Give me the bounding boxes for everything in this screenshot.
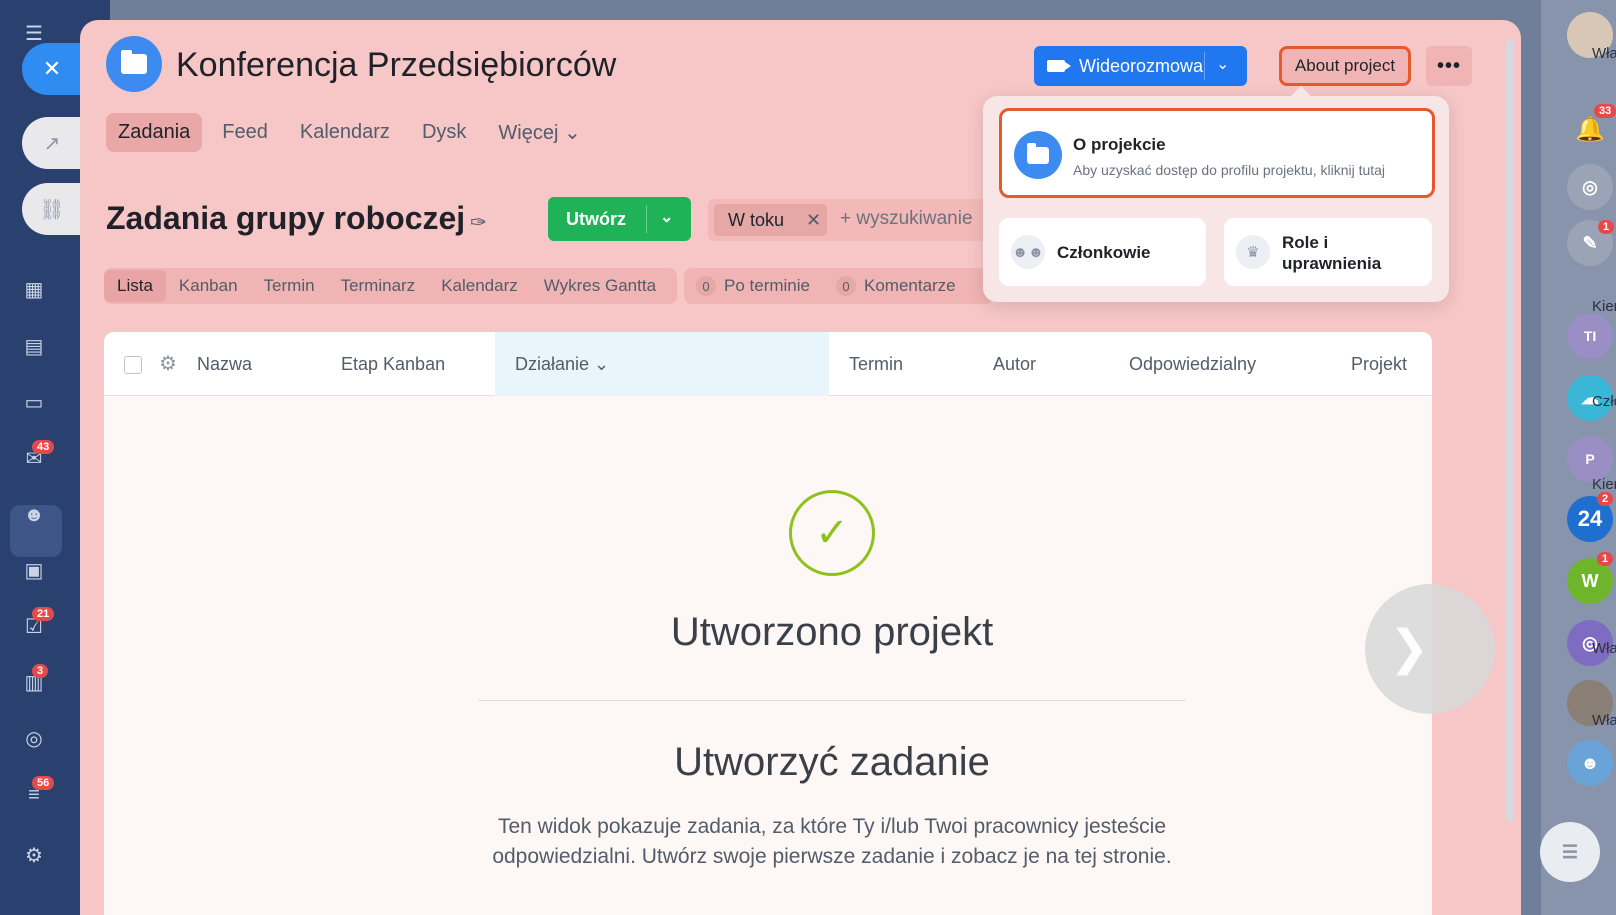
drive-icon[interactable]: ▭ bbox=[20, 389, 48, 417]
contacts-badge: 3 bbox=[32, 664, 49, 678]
about-project-button[interactable]: About project bbox=[1279, 46, 1411, 86]
chevron-down-icon[interactable]: ⌄ bbox=[1216, 54, 1229, 74]
gear-icon[interactable]: ⚙ bbox=[159, 351, 177, 376]
create-task-button[interactable]: Utwórz ⌄ bbox=[548, 197, 691, 241]
chevron-right-icon: ❯ bbox=[1389, 622, 1430, 675]
roles-label: Role i uprawnienia bbox=[1282, 233, 1382, 273]
about-project-card[interactable]: O projekcie Aby uzyskać dostęp do profil… bbox=[999, 108, 1435, 198]
users-icon: ☻☻ bbox=[1011, 235, 1045, 269]
column-projekt[interactable]: Projekt bbox=[1351, 354, 1407, 375]
table-header: ⚙ Nazwa Etap Kanban Działanie ⌄ Termin A… bbox=[104, 332, 1432, 396]
activity-icon[interactable]: ◎ bbox=[1567, 164, 1613, 210]
close-icon[interactable]: ✕ bbox=[806, 210, 821, 231]
right-label-kier2: Kier bbox=[1592, 476, 1616, 493]
folder-icon bbox=[1014, 131, 1062, 179]
filter-chip[interactable]: W toku ✕ bbox=[714, 204, 827, 236]
select-all-checkbox[interactable] bbox=[124, 356, 142, 374]
settings-icon[interactable]: ⚙ bbox=[20, 842, 48, 870]
empty-state-title: Utworzono projekt bbox=[670, 610, 994, 654]
tab-dysk[interactable]: Dysk bbox=[410, 113, 478, 152]
video-call-label: Wideorozmowa bbox=[1079, 55, 1204, 76]
close-slider-button[interactable]: ✕ bbox=[22, 43, 82, 95]
column-odpowiedzialny[interactable]: Odpowiedzialny bbox=[1129, 354, 1256, 375]
mail-badge: 43 bbox=[32, 440, 55, 454]
view-terminarz[interactable]: Terminarz bbox=[328, 270, 429, 302]
empty-state-subtitle: Utworzyć zadanie bbox=[674, 740, 990, 784]
counter-comments-count: 0 bbox=[835, 276, 856, 296]
project-tabs: Zadania Feed Kalendarz Dysk Więcej ⌄ bbox=[106, 112, 601, 153]
open-new-window-button[interactable]: ↗ bbox=[22, 117, 82, 169]
view-kalendarz[interactable]: Kalendarz bbox=[428, 270, 531, 302]
about-card-subtitle: Aby uzyskać dostęp do profilu projektu, … bbox=[1073, 162, 1386, 178]
view-kanban[interactable]: Kanban bbox=[166, 270, 251, 302]
checkmark-icon: ✓ bbox=[789, 490, 875, 576]
counter-overdue-count: 0 bbox=[696, 276, 716, 296]
create-label: Utwórz bbox=[566, 208, 626, 229]
column-autor[interactable]: Autor bbox=[993, 354, 1036, 375]
filter-chip-label: W toku bbox=[728, 209, 785, 230]
crown-icon: ♛ bbox=[1236, 235, 1270, 269]
empty-state-description: Ten widok pokazuje zadania, za które Ty … bbox=[492, 815, 1172, 868]
tab-wiecej[interactable]: Więcej ⌄ bbox=[486, 112, 592, 153]
project-title: Konferencja Przedsiębiorców bbox=[176, 46, 617, 84]
pin-icon[interactable]: ✑ bbox=[470, 210, 487, 235]
column-dzialanie[interactable]: Działanie ⌄ bbox=[515, 354, 609, 375]
counters: 0 Po terminie 0 Komentarze bbox=[684, 268, 994, 304]
right-label-top: Wła bbox=[1592, 45, 1616, 62]
members-label: Członkowie bbox=[1057, 243, 1151, 262]
right-label-wla3: Wła bbox=[1592, 712, 1616, 729]
filter-badge: 56 bbox=[32, 776, 55, 790]
search-input[interactable]: + wyszukiwanie bbox=[840, 208, 973, 230]
groups-icon[interactable]: ☻ bbox=[20, 501, 48, 529]
view-termin[interactable]: Termin bbox=[251, 270, 328, 302]
contact-avatar-tl[interactable]: TI bbox=[1567, 313, 1613, 359]
project-folder-icon bbox=[106, 36, 162, 92]
counter-overdue[interactable]: 0 Po terminie bbox=[696, 276, 810, 296]
more-menu-button[interactable]: ••• bbox=[1426, 46, 1472, 86]
next-slide-button[interactable]: ❯ bbox=[1365, 584, 1495, 714]
document-icon[interactable]: ▤ bbox=[20, 333, 48, 361]
counter-comments-label: Komentarze bbox=[863, 276, 956, 295]
column-nazwa[interactable]: Nazwa bbox=[197, 354, 252, 375]
column-termin[interactable]: Termin bbox=[849, 354, 903, 375]
about-project-popup: O projekcie Aby uzyskać dostęp do profil… bbox=[983, 86, 1449, 302]
right-label-wla2: Wła bbox=[1592, 640, 1616, 657]
counter-comments[interactable]: 0 Komentarze bbox=[835, 276, 956, 296]
calendar-icon[interactable]: ▦ bbox=[20, 276, 48, 304]
list-menu-icon[interactable]: ☰ bbox=[1540, 822, 1600, 882]
chevron-down-icon[interactable]: ⌄ bbox=[660, 207, 673, 227]
presentation-icon[interactable]: ▣ bbox=[20, 557, 48, 585]
divider bbox=[478, 700, 1186, 701]
b24-badge: 2 bbox=[1597, 492, 1614, 506]
tab-zadania[interactable]: Zadania bbox=[106, 113, 203, 152]
counter-overdue-label: Po terminie bbox=[724, 276, 810, 295]
tab-feed[interactable]: Feed bbox=[210, 113, 280, 152]
copy-link-button[interactable]: ⛓ bbox=[22, 183, 82, 235]
camera-icon bbox=[1047, 60, 1071, 72]
column-etap-kanban[interactable]: Etap Kanban bbox=[341, 354, 445, 375]
tasks-badge: 21 bbox=[32, 607, 55, 621]
view-gantt[interactable]: Wykres Gantta bbox=[531, 270, 669, 302]
tab-kalendarz[interactable]: Kalendarz bbox=[288, 113, 402, 152]
about-card-title: O projekcie bbox=[1073, 135, 1166, 154]
roles-card[interactable]: ♛ Role i uprawnienia bbox=[1224, 218, 1432, 286]
video-call-button[interactable]: Wideorozmowa ⌄ bbox=[1034, 46, 1247, 86]
view-switcher: Lista Kanban Termin Terminarz Kalendarz … bbox=[104, 268, 678, 304]
goals-icon[interactable]: ◎ bbox=[20, 725, 48, 753]
notifications-badge: 33 bbox=[1594, 104, 1616, 118]
scrollbar[interactable] bbox=[1506, 40, 1514, 822]
members-card[interactable]: ☻☻ Członkowie bbox=[999, 218, 1206, 286]
chat-badge: 1 bbox=[1598, 220, 1615, 234]
users-avatar[interactable]: ☻ bbox=[1567, 740, 1613, 786]
right-label-czl: Czło bbox=[1592, 393, 1616, 410]
page-title: Zadania grupy roboczej bbox=[106, 200, 466, 236]
view-lista[interactable]: Lista bbox=[104, 270, 166, 302]
w-badge: 1 bbox=[1597, 552, 1614, 566]
right-label-kier: Kier bbox=[1592, 298, 1616, 315]
